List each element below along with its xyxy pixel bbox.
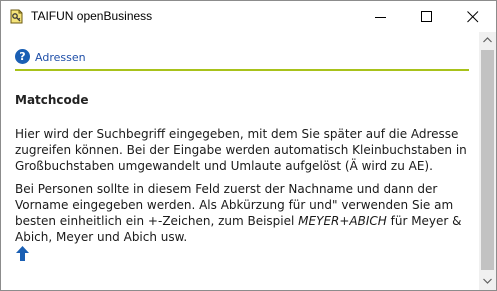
topic-heading: Matchcode (15, 93, 89, 107)
app-icon (10, 9, 24, 24)
minimize-icon (375, 17, 386, 18)
matchcode-example: MEYER+ABICH (298, 214, 387, 228)
question-circle-icon: ? (15, 49, 30, 64)
help-content: ? Adressen Matchcode Hier wird der Suchb… (1, 32, 479, 290)
maximize-button[interactable] (404, 1, 450, 32)
description-paragraph: Hier wird der Suchbegriff eingegeben, mi… (15, 127, 467, 173)
chevron-up-icon (483, 37, 492, 43)
minimize-button[interactable] (358, 1, 404, 32)
scroll-up-button[interactable] (479, 32, 496, 49)
close-button[interactable] (450, 1, 496, 32)
vertical-scrollbar[interactable] (479, 32, 496, 290)
header-divider (15, 69, 469, 71)
scrollbar-thumb[interactable] (481, 50, 494, 270)
adressen-link[interactable]: Adressen (35, 51, 86, 64)
scroll-down-button[interactable] (479, 273, 496, 290)
title-bar[interactable]: TAIFUN openBusiness (1, 1, 496, 32)
maximize-icon (421, 11, 432, 22)
close-icon (467, 11, 479, 23)
window-title: TAIFUN openBusiness (31, 9, 153, 23)
chevron-down-icon (483, 278, 492, 284)
app-window: TAIFUN openBusiness ? Adressen Matchcode… (0, 0, 497, 291)
persons-paragraph: Bei Personen sollte in diesem Feld zuers… (15, 181, 471, 245)
arrow-up-icon[interactable] (16, 246, 29, 261)
